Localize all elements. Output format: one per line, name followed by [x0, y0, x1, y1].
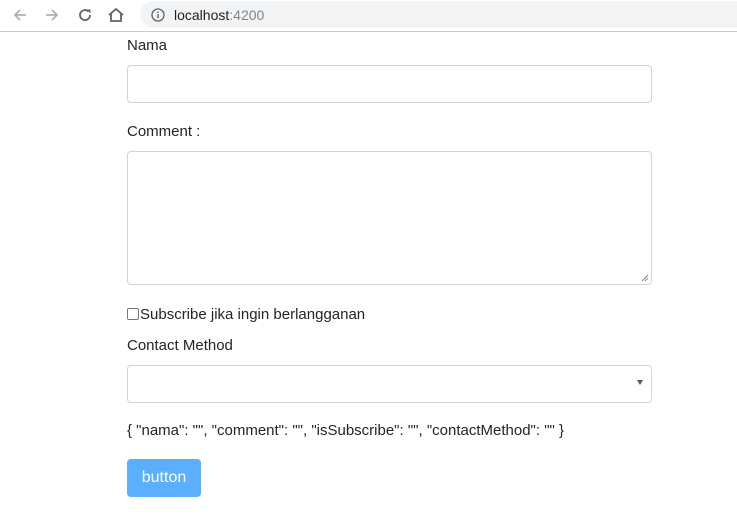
contact-method-label: Contact Method: [127, 337, 233, 354]
submit-button[interactable]: button: [127, 459, 201, 497]
subscribe-row: Subscribe jika ingin berlangganan: [127, 305, 365, 323]
subscribe-label: Subscribe jika ingin berlangganan: [140, 305, 366, 323]
reload-icon[interactable]: [73, 4, 97, 26]
url-host: localhost: [174, 6, 230, 23]
resize-grip-icon[interactable]: [641, 274, 649, 282]
nama-label: Nama: [127, 37, 168, 54]
json-output: { "nama": "", "comment": "", "isSubscrib…: [127, 422, 565, 439]
nama-input[interactable]: [127, 65, 652, 103]
dropdown-arrow-icon: [637, 380, 643, 385]
subscribe-checkbox[interactable]: [127, 308, 139, 320]
contact-method-select[interactable]: [127, 365, 652, 403]
comment-textarea[interactable]: [127, 151, 652, 285]
url-text: localhost:4200: [174, 7, 264, 23]
url-port: :4200: [229, 6, 265, 23]
address-bar[interactable]: localhost:4200: [140, 1, 737, 28]
info-icon[interactable]: [150, 7, 166, 23]
browser-toolbar: localhost:4200: [0, 0, 737, 32]
back-arrow-icon[interactable]: [8, 4, 32, 26]
forward-arrow-icon[interactable]: [40, 4, 64, 26]
comment-label: Comment :: [127, 123, 201, 140]
home-icon[interactable]: [104, 4, 128, 26]
